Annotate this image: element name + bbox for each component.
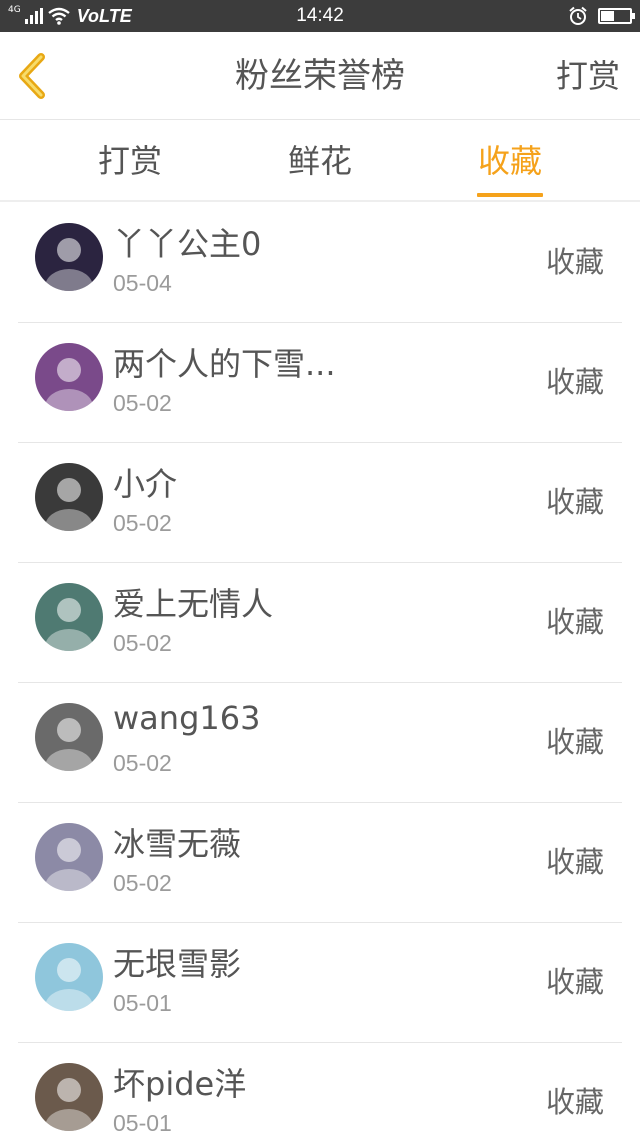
- fan-date: 05-02: [113, 510, 172, 536]
- tab-active-indicator: [477, 193, 543, 197]
- favorite-label: 收藏: [545, 365, 604, 399]
- fan-date: 05-01: [113, 990, 172, 1016]
- list-item[interactable]: 爱上无情人 05-02 收藏: [18, 563, 622, 683]
- fan-name: 爱上无情人: [113, 585, 274, 623]
- fan-name: 坏pide洋: [113, 1065, 247, 1103]
- clock: 14:42: [296, 5, 344, 26]
- fan-name: 冰雪无薇: [113, 825, 242, 863]
- fan-name: 丫丫公主0: [113, 225, 262, 263]
- avatar[interactable]: [35, 703, 103, 771]
- reward-button[interactable]: 打赏: [556, 32, 620, 120]
- list-item[interactable]: 两个人的下雪... 05-02 收藏: [18, 323, 622, 443]
- avatar[interactable]: [35, 583, 103, 651]
- favorite-label: 收藏: [545, 845, 604, 879]
- page-title: 粉丝荣誉榜: [235, 56, 405, 96]
- fan-date: 05-04: [113, 270, 172, 296]
- avatar[interactable]: [35, 463, 103, 531]
- favorite-label: 收藏: [545, 485, 604, 519]
- fan-name: wang163: [113, 699, 261, 737]
- favorite-label: 收藏: [545, 725, 604, 759]
- tab-label: 收藏: [477, 142, 542, 180]
- fan-date: 05-02: [113, 390, 172, 416]
- tab-favorites[interactable]: 收藏: [430, 121, 590, 201]
- avatar[interactable]: [35, 343, 103, 411]
- fan-date: 05-02: [113, 630, 172, 656]
- list-item[interactable]: wang163 05-02 收藏: [18, 683, 622, 803]
- status-bar: 4G VoLTE 14:42: [0, 0, 640, 32]
- favorite-label: 收藏: [545, 605, 604, 639]
- tab-flowers[interactable]: 鲜花: [240, 121, 400, 201]
- list-item[interactable]: 丫丫公主0 05-04 收藏: [18, 203, 622, 323]
- avatar[interactable]: [35, 223, 103, 291]
- list-item[interactable]: 坏pide洋 05-01 收藏: [18, 1043, 622, 1138]
- status-right: [568, 4, 635, 28]
- alarm-icon: [569, 6, 587, 25]
- tab-reward[interactable]: 打赏: [50, 121, 210, 201]
- list-item[interactable]: 小介 05-02 收藏: [18, 443, 622, 563]
- fan-list: 丫丫公主0 05-04 收藏 两个人的下雪... 05-02 收藏 小介 05-02 收藏 爱上无…: [18, 203, 622, 1138]
- favorite-label: 收藏: [545, 1085, 604, 1119]
- fan-date: 05-01: [113, 1110, 172, 1136]
- tab-label: 鲜花: [287, 142, 352, 180]
- fan-name: 两个人的下雪...: [113, 345, 336, 383]
- favorite-label: 收藏: [545, 245, 604, 279]
- fan-name: 小介: [113, 465, 178, 503]
- avatar[interactable]: [35, 1063, 103, 1131]
- battery-level: [601, 11, 614, 21]
- tab-label: 打赏: [97, 142, 162, 180]
- avatar[interactable]: [35, 943, 103, 1011]
- list-item[interactable]: 无垠雪影 05-01 收藏: [18, 923, 622, 1043]
- battery-icon: [598, 8, 635, 24]
- favorite-label: 收藏: [545, 965, 604, 999]
- fan-date: 05-02: [113, 750, 172, 776]
- fan-date: 05-02: [113, 870, 172, 896]
- list-item[interactable]: 冰雪无薇 05-02 收藏: [18, 803, 622, 923]
- avatar[interactable]: [35, 823, 103, 891]
- header: 粉丝荣誉榜 打赏: [0, 32, 640, 120]
- fan-name: 无垠雪影: [113, 945, 242, 983]
- tab-bar: 打赏 鲜花 收藏: [0, 121, 640, 202]
